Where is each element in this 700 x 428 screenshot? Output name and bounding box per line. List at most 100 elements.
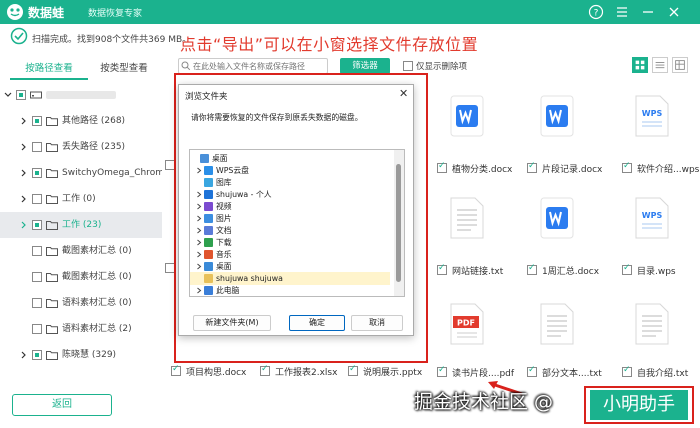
help-icon[interactable]: ? (588, 4, 604, 20)
tree-item[interactable]: 工作 (23) (0, 212, 162, 238)
file-label: 软件介绍...wps (637, 165, 700, 175)
tree-checkbox[interactable] (32, 168, 42, 178)
file-checkbox[interactable] (527, 365, 537, 377)
file-checkbox[interactable] (527, 161, 537, 173)
file-checkbox[interactable] (171, 364, 181, 376)
chevron-right-icon[interactable] (196, 167, 202, 174)
tree-item[interactable]: 语料素材汇总 (0) (0, 290, 162, 316)
folder-icon (46, 247, 58, 256)
chevron-right-icon[interactable] (20, 195, 28, 203)
chevron-right-icon[interactable] (196, 287, 202, 294)
word-file-icon[interactable] (447, 94, 487, 138)
folder-icon (204, 262, 213, 271)
file-checkbox[interactable] (622, 365, 632, 377)
scrollbar-thumb[interactable] (396, 164, 401, 282)
minimize-icon[interactable] (640, 4, 656, 20)
folder-tree-item[interactable]: 此电脑 (190, 284, 390, 296)
chevron-right-icon[interactable] (20, 143, 28, 151)
pdf-file-icon[interactable]: PDF (447, 302, 487, 346)
tree-checkbox[interactable] (32, 324, 42, 334)
tree-checkbox[interactable] (32, 272, 42, 282)
folder-icon (46, 325, 58, 334)
chevron-right-icon[interactable] (20, 117, 28, 125)
dialog-description: 请你将需要恢复的文件保存到原丢失数据的磁盘。 (191, 113, 363, 122)
file-checkbox[interactable] (527, 263, 537, 275)
only-deleted-checkbox[interactable] (403, 61, 413, 71)
text-file-icon[interactable] (537, 302, 577, 346)
wps-file-icon[interactable]: WPS (632, 94, 672, 138)
export-button[interactable]: 小明助手 (590, 390, 688, 420)
file-checkbox[interactable] (622, 161, 632, 173)
tree-root-row[interactable] (0, 82, 162, 108)
tree-item-label: 工作 (0) (62, 194, 96, 204)
tree-checkbox[interactable] (32, 220, 42, 230)
tree-item[interactable]: 截图素材汇总 (0) (0, 264, 162, 290)
tab-by-path[interactable]: 按路径查看 (10, 58, 88, 80)
file-checkbox[interactable] (437, 161, 447, 173)
tree-item[interactable]: 语料素材汇总 (2) (0, 316, 162, 342)
chevron-right-icon[interactable] (196, 251, 202, 258)
file-checkbox[interactable] (348, 364, 358, 376)
tree-checkbox[interactable] (32, 194, 42, 204)
tree-checkbox[interactable] (16, 90, 26, 100)
file-checkbox[interactable] (622, 263, 632, 275)
tree-item[interactable]: 其他路径 (268) (0, 108, 162, 134)
folder-icon (46, 221, 58, 230)
chevron-down-icon[interactable] (4, 91, 12, 99)
tree-item[interactable]: 丢失路径 (235) (0, 134, 162, 160)
file-checkbox[interactable] (260, 364, 270, 376)
file-checkbox[interactable] (437, 365, 447, 377)
search-input[interactable] (178, 58, 328, 74)
folder-icon (204, 250, 213, 259)
file-label: 片段记录.docx (542, 165, 603, 175)
chevron-right-icon[interactable] (196, 227, 202, 234)
text-file-icon[interactable] (632, 302, 672, 346)
tree-item[interactable]: 截图素材汇总 (0) (0, 238, 162, 264)
word-file-icon[interactable] (537, 94, 577, 138)
folder-icon (204, 214, 213, 223)
file-checkbox[interactable] (437, 263, 447, 275)
folder-tree[interactable]: 桌面 WPS云盘 图库 shujuwa - 个人 视频 图片 文档 下载 音乐 桌面 shujuwa… (189, 149, 405, 297)
detail-view-icon[interactable] (672, 57, 688, 73)
chevron-right-icon[interactable] (196, 263, 202, 270)
text-file-icon[interactable] (447, 196, 487, 240)
folder-icon (204, 274, 213, 283)
folder-icon (46, 273, 58, 282)
tree-item[interactable]: 工作 (0) (0, 186, 162, 212)
tree-checkbox[interactable] (32, 246, 42, 256)
tree-checkbox[interactable] (32, 298, 42, 308)
tree-checkbox[interactable] (32, 142, 42, 152)
chevron-right-icon[interactable] (196, 215, 202, 222)
new-folder-button[interactable]: 新建文件夹(M) (193, 315, 271, 331)
chevron-right-icon[interactable] (20, 221, 28, 229)
tree-checkbox[interactable] (32, 350, 42, 360)
tree-item-label: 陈晓慧 (329) (62, 350, 117, 360)
scan-status-text: 扫描完成。找到908个文件共369 MB。 (32, 35, 192, 45)
cancel-button[interactable]: 取消 (351, 315, 403, 331)
wps-file-icon[interactable]: WPS (632, 196, 672, 240)
dialog-title: 浏览文件夹 (185, 92, 228, 102)
word-file-icon[interactable] (537, 196, 577, 240)
filter-button[interactable]: 筛选器 (340, 58, 390, 74)
back-button[interactable]: 返回 (12, 394, 112, 416)
chevron-right-icon[interactable] (196, 191, 202, 198)
tree-item[interactable]: SwitchyOmega_Chromium (0, 160, 162, 186)
folder-icon (46, 299, 58, 308)
tree-item[interactable]: 陈晓慧 (329) (0, 342, 162, 368)
chevron-right-icon[interactable] (196, 239, 202, 246)
folder-icon (200, 154, 209, 163)
menu-icon[interactable] (614, 4, 630, 20)
close-icon[interactable] (666, 4, 682, 20)
app-name: 数据蛙 (28, 6, 65, 20)
tree-checkbox[interactable] (32, 116, 42, 126)
chevron-right-icon[interactable] (196, 203, 202, 210)
chevron-right-icon[interactable] (20, 351, 28, 359)
folder-icon (204, 166, 213, 175)
svg-text:WPS: WPS (642, 109, 663, 118)
tab-by-type[interactable]: 按类型查看 (88, 58, 160, 80)
ok-button[interactable]: 确定 (289, 315, 345, 331)
chevron-right-icon[interactable] (20, 169, 28, 177)
dialog-close-icon[interactable]: ✕ (399, 87, 408, 100)
grid-view-icon[interactable] (632, 57, 648, 73)
list-view-icon[interactable] (652, 57, 668, 73)
